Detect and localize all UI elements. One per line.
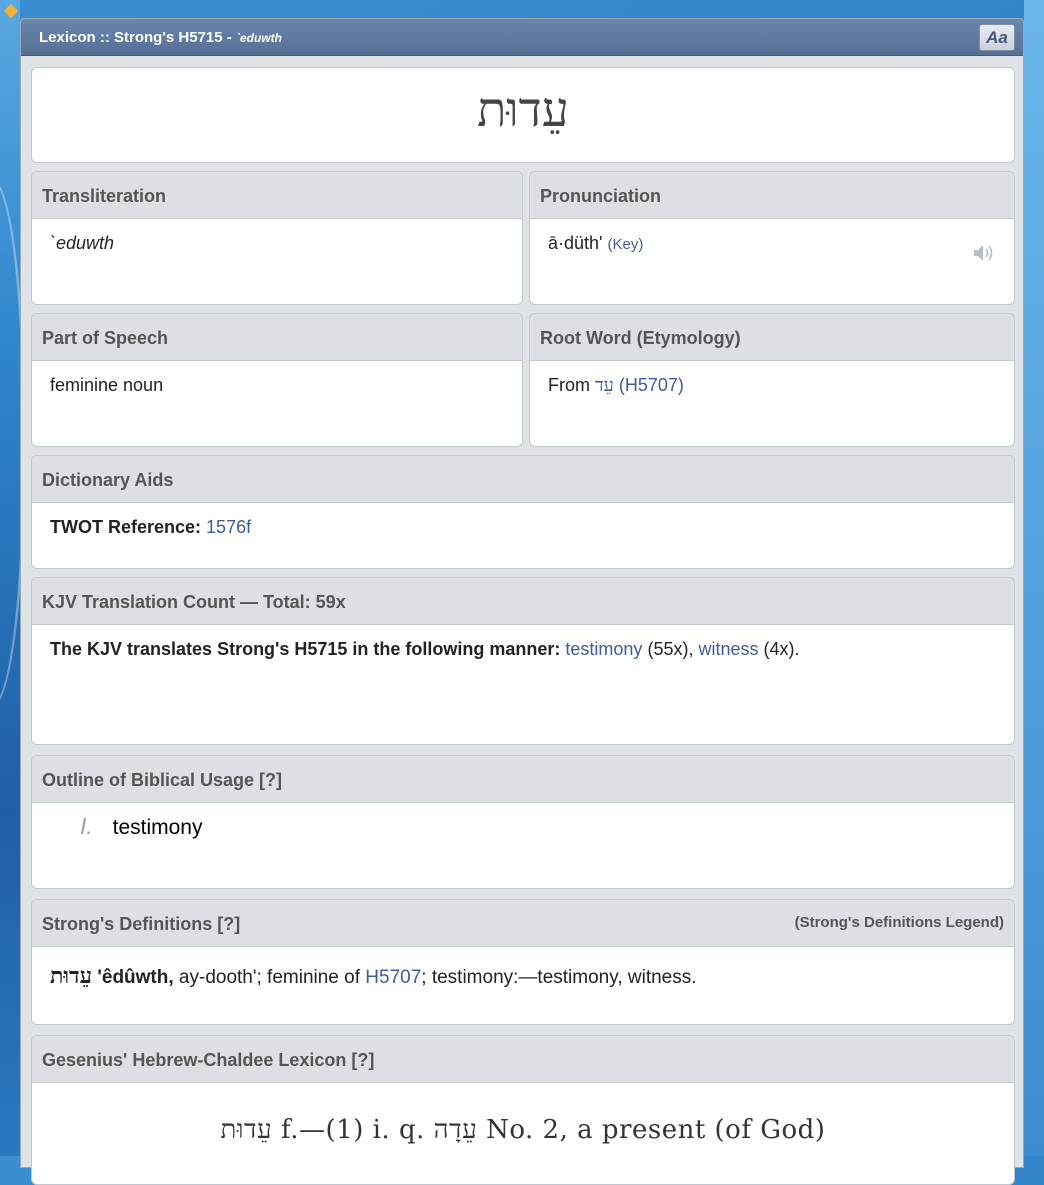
headword-box: עֵדוּת xyxy=(31,67,1015,163)
strongs-hebrew: עֵדוּת xyxy=(50,963,93,989)
part-of-speech-box: Part of Speech feminine noun xyxy=(31,313,523,447)
kjv-count-text: The KJV translates Strong's H5715 in the… xyxy=(32,625,1014,679)
gesenius-entry: עֵדוּת f.—(1) i. q. עֵדָה No. 2, a prese… xyxy=(220,1115,826,1145)
desktop-background-left xyxy=(0,0,26,1156)
kjv-count-label: KJV Translation Count — Total: 59x xyxy=(32,578,1014,625)
kjv-word-link[interactable]: testimony xyxy=(565,639,642,659)
speaker-icon[interactable] xyxy=(972,242,996,264)
twot-row: TWOT Reference: 1576f xyxy=(32,503,1014,552)
pronunciation-label: Pronunciation xyxy=(530,172,1014,219)
pronunciation-value: ā·düth' xyxy=(548,233,603,253)
font-size-button[interactable]: Aa xyxy=(979,24,1015,51)
root-word-row: From עֵד (H5707) xyxy=(530,361,1014,410)
strongs-legend-link[interactable]: (Strong's Definitions Legend) xyxy=(795,914,1004,931)
outline-item-text: testimony xyxy=(112,816,203,839)
strongs-definitions-box: Strong's Definitions [?] (Strong's Defin… xyxy=(31,899,1015,1025)
twot-label: TWOT Reference: xyxy=(50,517,202,537)
outline-item-number: I. xyxy=(80,813,93,839)
headword-hebrew: עֵדוּת xyxy=(477,82,569,138)
pronunciation-box: Pronunciation ā·düth' (Key) xyxy=(529,171,1015,305)
kjv-intro: The KJV translates Strong's H5715 in the… xyxy=(50,639,561,659)
gesenius-label: Gesenius' Hebrew-Chaldee Lexicon [?] xyxy=(32,1036,1014,1083)
strongs-pronunciation: ay-dooth'; feminine of xyxy=(173,967,366,988)
strongs-definition-text: עֵדוּת 'êdûwth, ay-dooth'; feminine of H… xyxy=(32,947,1014,1003)
root-word-box: Root Word (Etymology) From עֵד (H5707) xyxy=(529,313,1015,447)
strongs-definitions-header: Strong's Definitions [?] (Strong's Defin… xyxy=(32,900,1014,947)
kjv-count-box: KJV Translation Count — Total: 59x The K… xyxy=(31,577,1015,745)
desktop-background-right xyxy=(1024,0,1044,1156)
strongs-definitions-label: Strong's Definitions [?] xyxy=(42,914,241,934)
part-of-speech-label: Part of Speech xyxy=(32,314,522,361)
dictionary-aids-box: Dictionary Aids TWOT Reference: 1576f xyxy=(31,455,1015,569)
transliteration-box: Transliteration `eduwth xyxy=(31,171,523,305)
outline-item: I. testimony xyxy=(32,803,1014,840)
kjv-word-count: (4x). xyxy=(763,639,800,659)
root-word-ref-link[interactable]: (H5707) xyxy=(619,375,684,395)
pronunciation-key-link[interactable]: (Key) xyxy=(608,236,644,253)
strongs-definition-rest: ; testimony:—testimony, witness. xyxy=(421,967,697,988)
kjv-word-link[interactable]: witness xyxy=(698,639,758,659)
outline-label: Outline of Biblical Usage [?] xyxy=(32,756,1014,803)
root-word-prefix: From xyxy=(548,375,590,395)
transliteration-label: Transliteration xyxy=(32,172,522,219)
root-word-hebrew-link[interactable]: עֵד xyxy=(595,375,614,396)
twot-reference-link[interactable]: 1576f xyxy=(206,517,251,537)
pronunciation-row: ā·düth' (Key) xyxy=(530,219,1014,268)
window-titlebar: Lexicon :: Strong's H5715 - `eduwth Aa xyxy=(21,19,1023,56)
window-title: Lexicon :: Strong's H5715 - `eduwth xyxy=(39,29,282,46)
outline-box: Outline of Biblical Usage [?] I. testimo… xyxy=(31,755,1015,889)
transliteration-value: `eduwth xyxy=(50,233,115,253)
lexicon-window: Lexicon :: Strong's H5715 - `eduwth Aa ע… xyxy=(20,18,1024,1185)
gesenius-box: Gesenius' Hebrew-Chaldee Lexicon [?] עֵד… xyxy=(31,1035,1015,1185)
dictionary-aids-label: Dictionary Aids xyxy=(32,456,1014,503)
kjv-word-count: (55x), xyxy=(647,639,694,659)
root-word-label: Root Word (Etymology) xyxy=(530,314,1014,361)
background-decoration xyxy=(3,3,19,19)
strongs-transliteration: 'êdûwth, xyxy=(97,967,174,988)
part-of-speech-value: feminine noun xyxy=(50,375,164,395)
strongs-ref-link[interactable]: H5707 xyxy=(365,967,421,988)
